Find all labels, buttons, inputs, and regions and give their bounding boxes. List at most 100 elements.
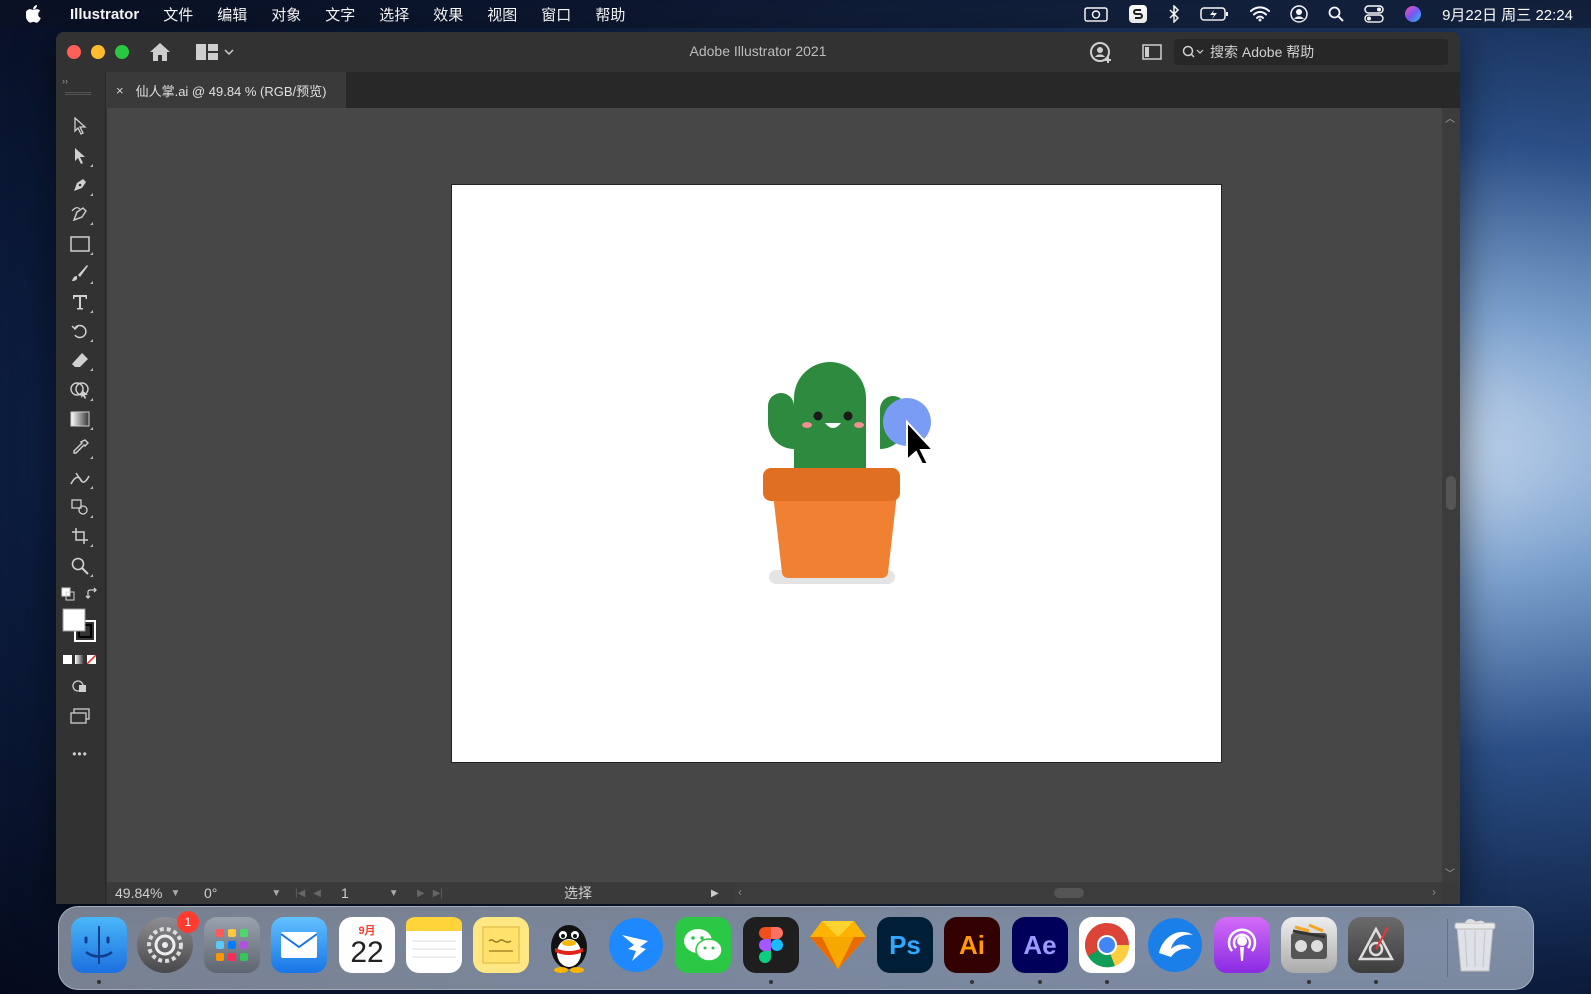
panel-toggle-icon[interactable] [1142, 44, 1162, 60]
battery-icon[interactable] [1200, 6, 1230, 22]
final-cut-icon[interactable] [1281, 917, 1337, 973]
document-tab-label: 仙人掌.ai @ 49.84 % (RGB/预览) [135, 83, 327, 99]
last-artboard-icon[interactable]: ▶| [433, 888, 443, 899]
document-tab[interactable]: × 仙人掌.ai @ 49.84 % (RGB/预览) [106, 72, 346, 108]
menu-select[interactable]: 选择 [379, 4, 409, 25]
draw-mode-icon[interactable] [68, 674, 92, 698]
swap-colors-icon[interactable] [84, 586, 100, 602]
artboard-number-value: 1 [341, 885, 349, 901]
podcasts-icon[interactable] [1214, 917, 1270, 973]
curvature-tool-icon[interactable] [68, 202, 93, 226]
scroll-right-icon[interactable]: › [1432, 885, 1436, 899]
paintbrush-tool-icon[interactable] [68, 261, 93, 285]
next-artboard-icon[interactable]: ▶ [417, 888, 425, 899]
symbol-sprayer-tool-icon[interactable] [68, 495, 93, 519]
rectangle-tool-icon[interactable] [68, 232, 93, 256]
type-tool-icon[interactable] [68, 290, 93, 314]
scroll-left-icon[interactable]: ‹ [738, 885, 742, 899]
screen-mode-icon[interactable] [68, 704, 92, 728]
menu-effect[interactable]: 效果 [433, 4, 463, 25]
cactus-illustration[interactable] [452, 185, 1221, 762]
wechat-icon[interactable] [675, 917, 731, 973]
spotlight-search-icon[interactable] [1328, 6, 1344, 22]
shape-builder-tool-icon[interactable] [68, 378, 93, 402]
menu-help[interactable]: 帮助 [595, 4, 625, 25]
share-user-icon[interactable] [1089, 41, 1113, 65]
menu-window[interactable]: 窗口 [541, 4, 571, 25]
scroll-up-icon[interactable]: ︿ [1445, 110, 1455, 125]
running-indicator [769, 980, 773, 984]
vertical-scrollbar[interactable]: ︿ ﹀ [1442, 108, 1460, 882]
system-preferences-icon[interactable]: 1 [137, 911, 199, 973]
sketch-icon[interactable] [810, 917, 866, 973]
edit-toolbar-button[interactable]: ••• [68, 742, 92, 766]
qq-icon[interactable] [541, 917, 597, 973]
menubar-clock[interactable]: 9月22日 周三 22:24 [1442, 4, 1573, 25]
running-indicator [970, 980, 974, 984]
running-indicator [1374, 980, 1378, 984]
dingtalk-icon[interactable] [608, 917, 664, 973]
browser-icon[interactable] [1147, 917, 1203, 973]
horizontal-scroll-thumb[interactable] [1054, 888, 1084, 898]
artboard-number-dropdown[interactable]: 1 ▼ [341, 882, 407, 904]
color-mode-icons[interactable] [62, 654, 98, 666]
control-center-icon[interactable] [1364, 5, 1384, 23]
eraser-tool-icon[interactable] [68, 348, 93, 372]
selection-tool-icon[interactable] [68, 114, 92, 138]
menu-object[interactable]: 对象 [271, 4, 301, 25]
zoom-tool-icon[interactable] [68, 554, 93, 578]
collapse-panel-icon[interactable]: ›› [62, 76, 68, 86]
after-effects-icon[interactable]: Ae [1012, 917, 1068, 973]
siri-icon[interactable] [1404, 5, 1422, 23]
gradient-tool-icon[interactable] [68, 407, 93, 431]
stickies-icon[interactable] [473, 917, 529, 973]
previous-artboard-icon[interactable]: ◀ [313, 888, 321, 899]
bluetooth-icon[interactable] [1168, 5, 1180, 23]
menu-bar: Illustrator 文件 编辑 对象 文字 选择 效果 视图 窗口 帮助 9… [0, 0, 1591, 28]
mail-icon[interactable] [271, 917, 327, 973]
screen-record-icon[interactable] [1084, 6, 1108, 22]
horizontal-scrollbar[interactable]: ‹ › [734, 882, 1442, 904]
artboard-tool-icon[interactable] [68, 524, 93, 548]
illustrator-icon[interactable]: Ai [944, 917, 1000, 973]
artboard-nav-next[interactable]: ▶ ▶| [417, 882, 457, 904]
utility-app-icon[interactable] [1348, 917, 1404, 973]
apple-icon[interactable] [26, 5, 48, 23]
panel-grip[interactable] [65, 92, 91, 95]
photoshop-icon[interactable]: Ps [877, 917, 933, 973]
artboard[interactable] [452, 185, 1221, 762]
app-menu[interactable]: Illustrator [70, 6, 139, 23]
canvas-area[interactable] [107, 108, 1442, 882]
zoom-level-dropdown[interactable]: 49.84% ▼ [115, 882, 199, 904]
user-account-icon[interactable] [1290, 5, 1308, 23]
fill-stroke-swatch[interactable] [62, 608, 98, 644]
menu-view[interactable]: 视图 [487, 4, 517, 25]
help-search-field[interactable]: 搜索 Adobe 帮助 [1174, 39, 1448, 65]
chrome-icon[interactable] [1079, 917, 1135, 973]
close-tab-icon[interactable]: × [116, 83, 124, 98]
status-menu-arrow-icon[interactable]: ▶ [711, 882, 719, 904]
first-artboard-icon[interactable]: |◀ [295, 888, 305, 899]
menu-edit[interactable]: 编辑 [217, 4, 247, 25]
menu-type[interactable]: 文字 [325, 4, 355, 25]
figma-icon[interactable] [743, 917, 799, 973]
pen-tool-icon[interactable] [68, 173, 93, 197]
default-colors-icon[interactable] [60, 586, 76, 602]
menu-file[interactable]: 文件 [163, 4, 193, 25]
chevron-down-icon: ▼ [388, 887, 399, 899]
scroll-down-icon[interactable]: ﹀ [1445, 865, 1455, 880]
blend-tool-icon[interactable] [68, 466, 93, 490]
calendar-icon[interactable]: 9月 22 [339, 917, 395, 973]
notes-icon[interactable] [406, 917, 462, 973]
finder-icon[interactable] [71, 917, 127, 973]
eyedropper-tool-icon[interactable] [68, 436, 93, 460]
wifi-icon[interactable] [1250, 6, 1271, 22]
direct-selection-tool-icon[interactable] [68, 144, 93, 168]
vertical-scroll-thumb[interactable] [1446, 476, 1456, 510]
rotate-tool-icon[interactable] [68, 319, 93, 343]
rotation-dropdown[interactable]: 0° ▼ [204, 882, 284, 904]
artboard-nav-prev[interactable]: |◀ ◀ [295, 882, 335, 904]
launchpad-icon[interactable] [204, 917, 260, 973]
trash-icon[interactable] [1447, 917, 1503, 973]
app-s-icon[interactable] [1128, 4, 1148, 24]
